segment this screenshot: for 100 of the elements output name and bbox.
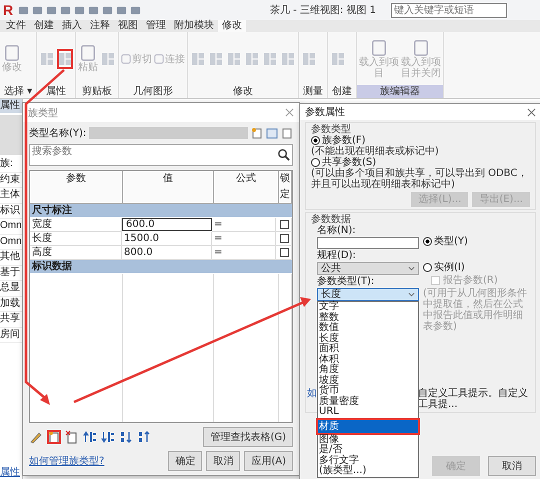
panel-label: 属性 bbox=[45, 85, 68, 98]
option-note: (可用于从几何图形条件中提取值，然后在公式中报告此值或用作明细表参数) bbox=[423, 288, 528, 332]
group-label: 参数数据 bbox=[311, 214, 352, 225]
close-icon[interactable] bbox=[527, 108, 536, 116]
ribbon-tab[interactable]: 管理 bbox=[142, 20, 170, 32]
toolbar-icon[interactable] bbox=[46, 4, 57, 16]
chevron-icon bbox=[408, 292, 415, 297]
radio-button[interactable] bbox=[423, 237, 432, 246]
radio-button[interactable] bbox=[311, 136, 320, 145]
radio-option[interactable]: 共享参数(S) bbox=[311, 157, 530, 168]
new-type-icon[interactable] bbox=[251, 127, 263, 139]
tool-icon bbox=[412, 38, 430, 56]
dropdown-option[interactable]: (族类型...) bbox=[318, 466, 418, 476]
toolbar-icon[interactable] bbox=[102, 4, 113, 16]
value-field[interactable]: 1500.0 bbox=[122, 232, 212, 246]
manage-lookup-button[interactable]: 管理查找表格(G) bbox=[203, 427, 293, 447]
app-logo[interactable]: R bbox=[3, 2, 15, 18]
dropdown-option[interactable]: 整数 bbox=[318, 312, 418, 323]
toolbar-icon[interactable] bbox=[88, 4, 99, 16]
radio-option[interactable]: 族参数(F) bbox=[311, 135, 530, 146]
tool-icon bbox=[79, 44, 98, 62]
search-icon[interactable] bbox=[277, 148, 290, 161]
field-label: 名称(N): bbox=[317, 225, 357, 236]
help-link[interactable]: 如何管理族类型? bbox=[29, 454, 104, 468]
tooltip-link[interactable]: 如 bbox=[307, 388, 317, 410]
radio-button[interactable] bbox=[423, 263, 432, 272]
field-label: 参数类型(T): bbox=[317, 276, 376, 287]
dropdown-option[interactable]: 文字 bbox=[318, 302, 418, 312]
delete-type-icon[interactable] bbox=[281, 127, 293, 139]
table-cell: = bbox=[212, 232, 276, 246]
ribbon-tab[interactable]: 插入 bbox=[58, 20, 86, 32]
group-header[interactable]: 尺寸标注 bbox=[30, 204, 292, 218]
dialog-button[interactable]: 应用(A) bbox=[244, 451, 293, 471]
move-down-icon[interactable] bbox=[101, 430, 115, 444]
ribbon-icon[interactable] bbox=[57, 48, 74, 68]
close-icon[interactable] bbox=[285, 108, 294, 117]
pencil-icon[interactable] bbox=[29, 430, 43, 444]
search-field[interactable]: 键入关键字或短语 bbox=[391, 2, 507, 18]
radio-option[interactable]: 类型(Y) bbox=[423, 236, 530, 247]
table-cell: 宽度 bbox=[30, 218, 122, 232]
window-title: 茶几 - 三维视图: 视图 1 bbox=[270, 4, 376, 17]
dropdown-option[interactable]: 质量密度 bbox=[318, 396, 418, 407]
dropdown-option[interactable]: 坡度 bbox=[318, 376, 418, 386]
ribbon-tab[interactable]: 文件 bbox=[2, 20, 30, 32]
panel-label: 选择 ▾ bbox=[3, 85, 34, 98]
discipline-dropdown[interactable]: 公共 bbox=[317, 262, 419, 275]
column-header: 参数 bbox=[30, 171, 123, 204]
lock-checkbox[interactable] bbox=[280, 248, 289, 257]
radio-button[interactable] bbox=[311, 158, 320, 167]
dropdown-option[interactable]: 材质 bbox=[318, 420, 418, 432]
rename-icon[interactable] bbox=[266, 127, 278, 139]
ribbon-tab[interactable]: 注释 bbox=[86, 20, 114, 32]
ribbon-tab[interactable]: 附加模块 bbox=[170, 20, 218, 32]
toolbar-icon[interactable] bbox=[60, 4, 71, 16]
column-header: 值 bbox=[123, 171, 214, 204]
toolbar-icon[interactable] bbox=[116, 4, 127, 16]
ribbon-tab[interactable]: 视图 bbox=[114, 20, 142, 32]
dialog-button[interactable]: 确定 bbox=[168, 451, 202, 471]
column-header: 锁定 bbox=[279, 171, 292, 204]
sort-ascending-icon[interactable] bbox=[119, 430, 133, 444]
toolbar-icon[interactable] bbox=[32, 4, 43, 16]
ribbon-tab[interactable]: 创建 bbox=[30, 20, 58, 32]
sort-descending-icon[interactable] bbox=[137, 430, 151, 444]
dropdown-option[interactable]: 多行文字 bbox=[318, 456, 418, 466]
panel-label: 修改 bbox=[232, 85, 254, 98]
move-up-icon[interactable] bbox=[83, 430, 97, 444]
lock-checkbox[interactable] bbox=[280, 220, 289, 229]
lock-checkbox[interactable] bbox=[280, 234, 289, 243]
dialog-button[interactable]: 取消 bbox=[488, 456, 536, 476]
search-field[interactable]: 搜索参数 bbox=[29, 144, 293, 166]
dropdown-option[interactable]: 是/否 bbox=[318, 445, 418, 456]
chevron-icon bbox=[408, 266, 415, 271]
panel-label: 测量 bbox=[302, 85, 324, 98]
delete-parameter-icon[interactable] bbox=[65, 430, 79, 444]
dropdown-option[interactable]: 图像 bbox=[318, 434, 418, 445]
properties-link[interactable]: 属性 bbox=[0, 465, 22, 479]
name-input[interactable] bbox=[317, 237, 419, 249]
dropdown-option[interactable]: 货币 bbox=[318, 386, 418, 396]
dropdown-option[interactable]: 面积 bbox=[318, 344, 418, 354]
parameter-type-dropdown[interactable]: 长度 bbox=[317, 288, 419, 301]
dropdown-option[interactable]: 体积 bbox=[318, 354, 418, 365]
table-cell: = bbox=[212, 218, 276, 232]
dropdown-option[interactable]: URL bbox=[318, 407, 418, 418]
dropdown-option[interactable]: 角度 bbox=[318, 365, 418, 376]
new-parameter-icon[interactable] bbox=[47, 430, 61, 444]
toolbar-icon[interactable] bbox=[130, 4, 141, 16]
tool-icon bbox=[3, 44, 21, 62]
dropdown-option[interactable]: 长度 bbox=[318, 334, 418, 344]
toolbar-icon[interactable] bbox=[18, 4, 29, 16]
radio-option[interactable]: 实例(I) bbox=[423, 262, 530, 273]
group-header[interactable]: 标识数据 bbox=[30, 260, 292, 274]
dialog-title: 族类型 bbox=[28, 106, 58, 120]
option-note: (不能出现在明细表或标记中) bbox=[311, 146, 440, 157]
ribbon-tab[interactable]: 修改 bbox=[218, 20, 246, 32]
panel-title: 属性 bbox=[0, 99, 22, 113]
dropdown-option[interactable]: 数值 bbox=[318, 323, 418, 334]
toolbar-icon[interactable] bbox=[74, 4, 85, 16]
value-field[interactable]: 600.0 bbox=[122, 218, 212, 231]
tool-icon bbox=[154, 54, 164, 64]
dialog-button[interactable]: 取消 bbox=[206, 451, 240, 471]
